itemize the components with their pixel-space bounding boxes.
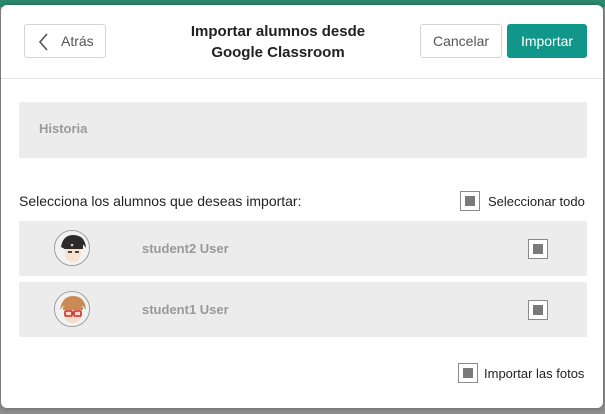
class-name: Historia	[39, 121, 88, 136]
import-photos-label: Importar las fotos	[484, 366, 585, 381]
import-button[interactable]: Importar	[507, 24, 587, 58]
dialog-title: Importar alumnos desde Google Classroom	[171, 21, 385, 63]
dialog-title-line2: Google Classroom	[211, 44, 345, 61]
student-avatar	[54, 291, 90, 327]
import-photos-checkbox[interactable]	[458, 363, 478, 383]
student-checkbox[interactable]	[528, 300, 548, 320]
student-checkbox[interactable]	[528, 239, 548, 259]
class-name-box: Historia	[19, 102, 587, 158]
back-button[interactable]: Atrás	[24, 24, 106, 58]
import-students-dialog: Atrás Importar alumnos desde Google Clas…	[1, 5, 603, 408]
student-name: student1 User	[142, 302, 229, 317]
chevron-left-icon	[38, 33, 49, 56]
student-name: student2 User	[142, 241, 229, 256]
student-avatar	[54, 230, 90, 266]
student-row: student1 User	[19, 282, 587, 337]
select-all-label: Seleccionar todo	[488, 194, 585, 209]
back-button-label: Atrás	[61, 33, 94, 49]
select-all-checkbox[interactable]	[460, 191, 480, 211]
select-students-heading: Selecciona los alumnos que deseas import…	[19, 193, 302, 209]
dialog-header: Atrás Importar alumnos desde Google Clas…	[1, 5, 603, 79]
cancel-button[interactable]: Cancelar	[420, 24, 502, 58]
student-row: student2 User	[19, 221, 587, 276]
dialog-title-line1: Importar alumnos desde	[190, 23, 366, 40]
